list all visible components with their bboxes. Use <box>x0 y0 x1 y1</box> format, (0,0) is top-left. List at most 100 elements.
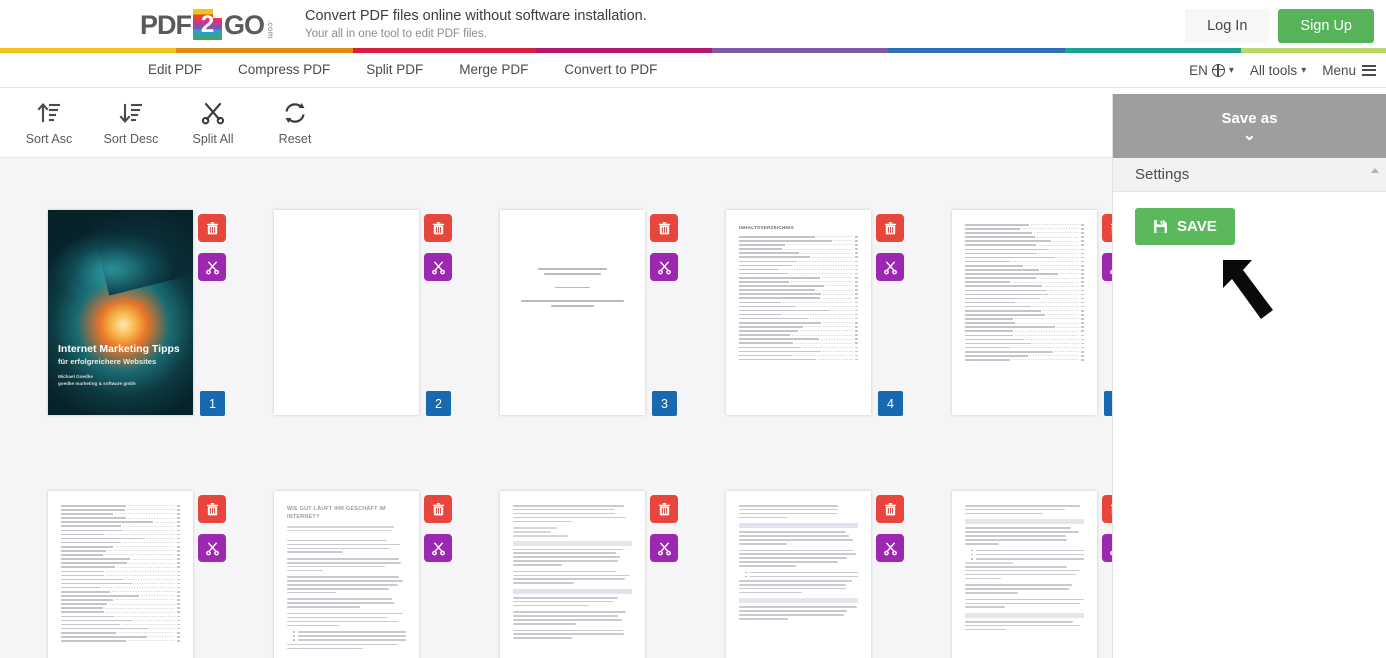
toc-leader-dots <box>117 567 175 568</box>
page-cell: 8 <box>500 491 726 658</box>
toc-entry-title <box>739 289 815 291</box>
split-page-button[interactable] <box>424 253 452 281</box>
toc-leader-dots <box>1049 290 1079 291</box>
delete-page-button[interactable] <box>650 214 678 242</box>
tagline-main: Convert PDF files online without softwar… <box>305 7 647 26</box>
toc-entry <box>965 326 1084 328</box>
text-line <box>965 566 1067 568</box>
toc-entry-title <box>965 318 1013 320</box>
section-heading-band <box>739 523 858 528</box>
signup-button[interactable]: Sign Up <box>1278 9 1374 43</box>
settings-sidebar: Save as ⌄ Settings SAVE <box>1112 94 1386 658</box>
text-line <box>965 625 1080 627</box>
split-page-button[interactable] <box>876 253 904 281</box>
toc-entry <box>739 359 858 361</box>
toc-entry-page <box>1081 294 1084 296</box>
split-page-button[interactable] <box>198 253 226 281</box>
page-thumbnail[interactable] <box>500 491 645 658</box>
toc-entry-page <box>1081 257 1084 259</box>
scroll-up-icon[interactable] <box>1371 168 1379 173</box>
text-line <box>287 602 394 604</box>
delete-page-button[interactable] <box>424 495 452 523</box>
toc-leader-dots <box>141 595 175 596</box>
toc-entry-title <box>739 310 830 312</box>
toc-entry-page <box>855 236 858 238</box>
toc-leader-dots <box>1057 257 1079 258</box>
nav-link-merge-pdf[interactable]: Merge PDF <box>441 53 546 87</box>
toc-leader-dots <box>1038 245 1079 246</box>
login-button[interactable]: Log In <box>1185 9 1269 43</box>
split-page-button[interactable] <box>424 534 452 562</box>
nav-link-edit-pdf[interactable]: Edit PDF <box>130 53 220 87</box>
menu-button[interactable]: Menu <box>1322 63 1376 78</box>
save-button[interactable]: SAVE <box>1135 208 1235 245</box>
toc-leader-dots <box>123 526 175 527</box>
text-line <box>287 588 389 590</box>
delete-page-button[interactable] <box>876 214 904 242</box>
list-item <box>287 631 406 633</box>
page-thumbnail[interactable] <box>726 491 871 658</box>
page-thumbnail[interactable]: WIE GUT LÄUFT IHR GESCHÄFT IM INTERNET? <box>274 491 419 658</box>
page-thumbnail[interactable] <box>952 210 1097 415</box>
page-cell: 3 <box>500 210 726 415</box>
split-page-button[interactable] <box>650 253 678 281</box>
toc-leader-dots <box>832 310 853 311</box>
page-thumbnail[interactable] <box>48 491 193 658</box>
hyperlink-line[interactable] <box>551 305 594 307</box>
hamburger-icon <box>1362 65 1376 76</box>
toc-entry-page <box>177 530 180 532</box>
text-line <box>287 598 392 600</box>
toc-entry-title <box>739 236 815 238</box>
toc-leader-dots <box>821 339 853 340</box>
toc-entry-page <box>1081 290 1084 292</box>
toc-entry-page <box>1081 351 1084 353</box>
centered-text-line <box>555 287 591 289</box>
delete-page-button[interactable] <box>424 214 452 242</box>
delete-page-button[interactable] <box>198 495 226 523</box>
toc-entry-title <box>965 290 1047 292</box>
page-thumbnail[interactable]: Internet Marketing Tipps für erfolgreiche… <box>48 210 193 415</box>
split-page-button[interactable] <box>650 534 678 562</box>
page-cell: Internet Marketing Tipps für erfolgreiche… <box>48 210 274 415</box>
page-thumbnail[interactable] <box>274 210 419 415</box>
nav-link-convert-to-pdf[interactable]: Convert to PDF <box>546 53 675 87</box>
delete-page-button[interactable] <box>650 495 678 523</box>
settings-header: Settings <box>1113 158 1386 192</box>
sort-asc-button[interactable]: Sort Asc <box>8 100 90 146</box>
toc-entry-title <box>739 334 790 336</box>
toc-entry <box>61 595 180 597</box>
toc-leader-dots <box>128 518 175 519</box>
delete-page-button[interactable] <box>198 214 226 242</box>
logo-dotcom: .com <box>266 20 275 39</box>
text-line <box>287 606 360 608</box>
delete-page-button[interactable] <box>876 495 904 523</box>
toc-entry-page <box>1081 335 1084 337</box>
logo-mark-icon: 2 <box>193 9 222 40</box>
toc-entry-title <box>739 252 799 254</box>
toc-entry-title <box>61 525 121 527</box>
all-tools-menu[interactable]: All tools ▾ <box>1250 63 1306 78</box>
save-as-dropdown[interactable]: Save as ⌄ <box>1113 94 1386 158</box>
toc-entry-title <box>965 355 1028 357</box>
split-all-button[interactable]: Split All <box>172 100 254 146</box>
chevron-down-icon: ⌄ <box>1243 129 1256 143</box>
pdf2go-logo[interactable]: PDF 2 GO .com <box>140 9 275 40</box>
toc-entry-page <box>855 351 858 353</box>
language-selector[interactable]: EN ▾ <box>1189 63 1234 78</box>
split-page-button[interactable] <box>876 534 904 562</box>
toc-entry <box>61 558 180 560</box>
page-thumbnail[interactable]: INHALTSVERZEICHNIS <box>726 210 871 415</box>
page-thumbnail[interactable] <box>952 491 1097 658</box>
toc-entry-title <box>739 293 821 295</box>
spacer <box>513 291 632 300</box>
toc-entry-page <box>177 505 180 507</box>
toc-entry <box>61 538 180 540</box>
reset-button[interactable]: Reset <box>254 100 336 146</box>
sort-desc-button[interactable]: Sort Desc <box>90 100 172 146</box>
nav-link-compress-pdf[interactable]: Compress PDF <box>220 53 348 87</box>
toc-entry-page <box>177 534 180 536</box>
nav-link-split-pdf[interactable]: Split PDF <box>348 53 441 87</box>
tagline-sub: Your all in one tool to edit PDF files. <box>305 27 647 42</box>
split-page-button[interactable] <box>198 534 226 562</box>
page-thumbnail[interactable] <box>500 210 645 415</box>
